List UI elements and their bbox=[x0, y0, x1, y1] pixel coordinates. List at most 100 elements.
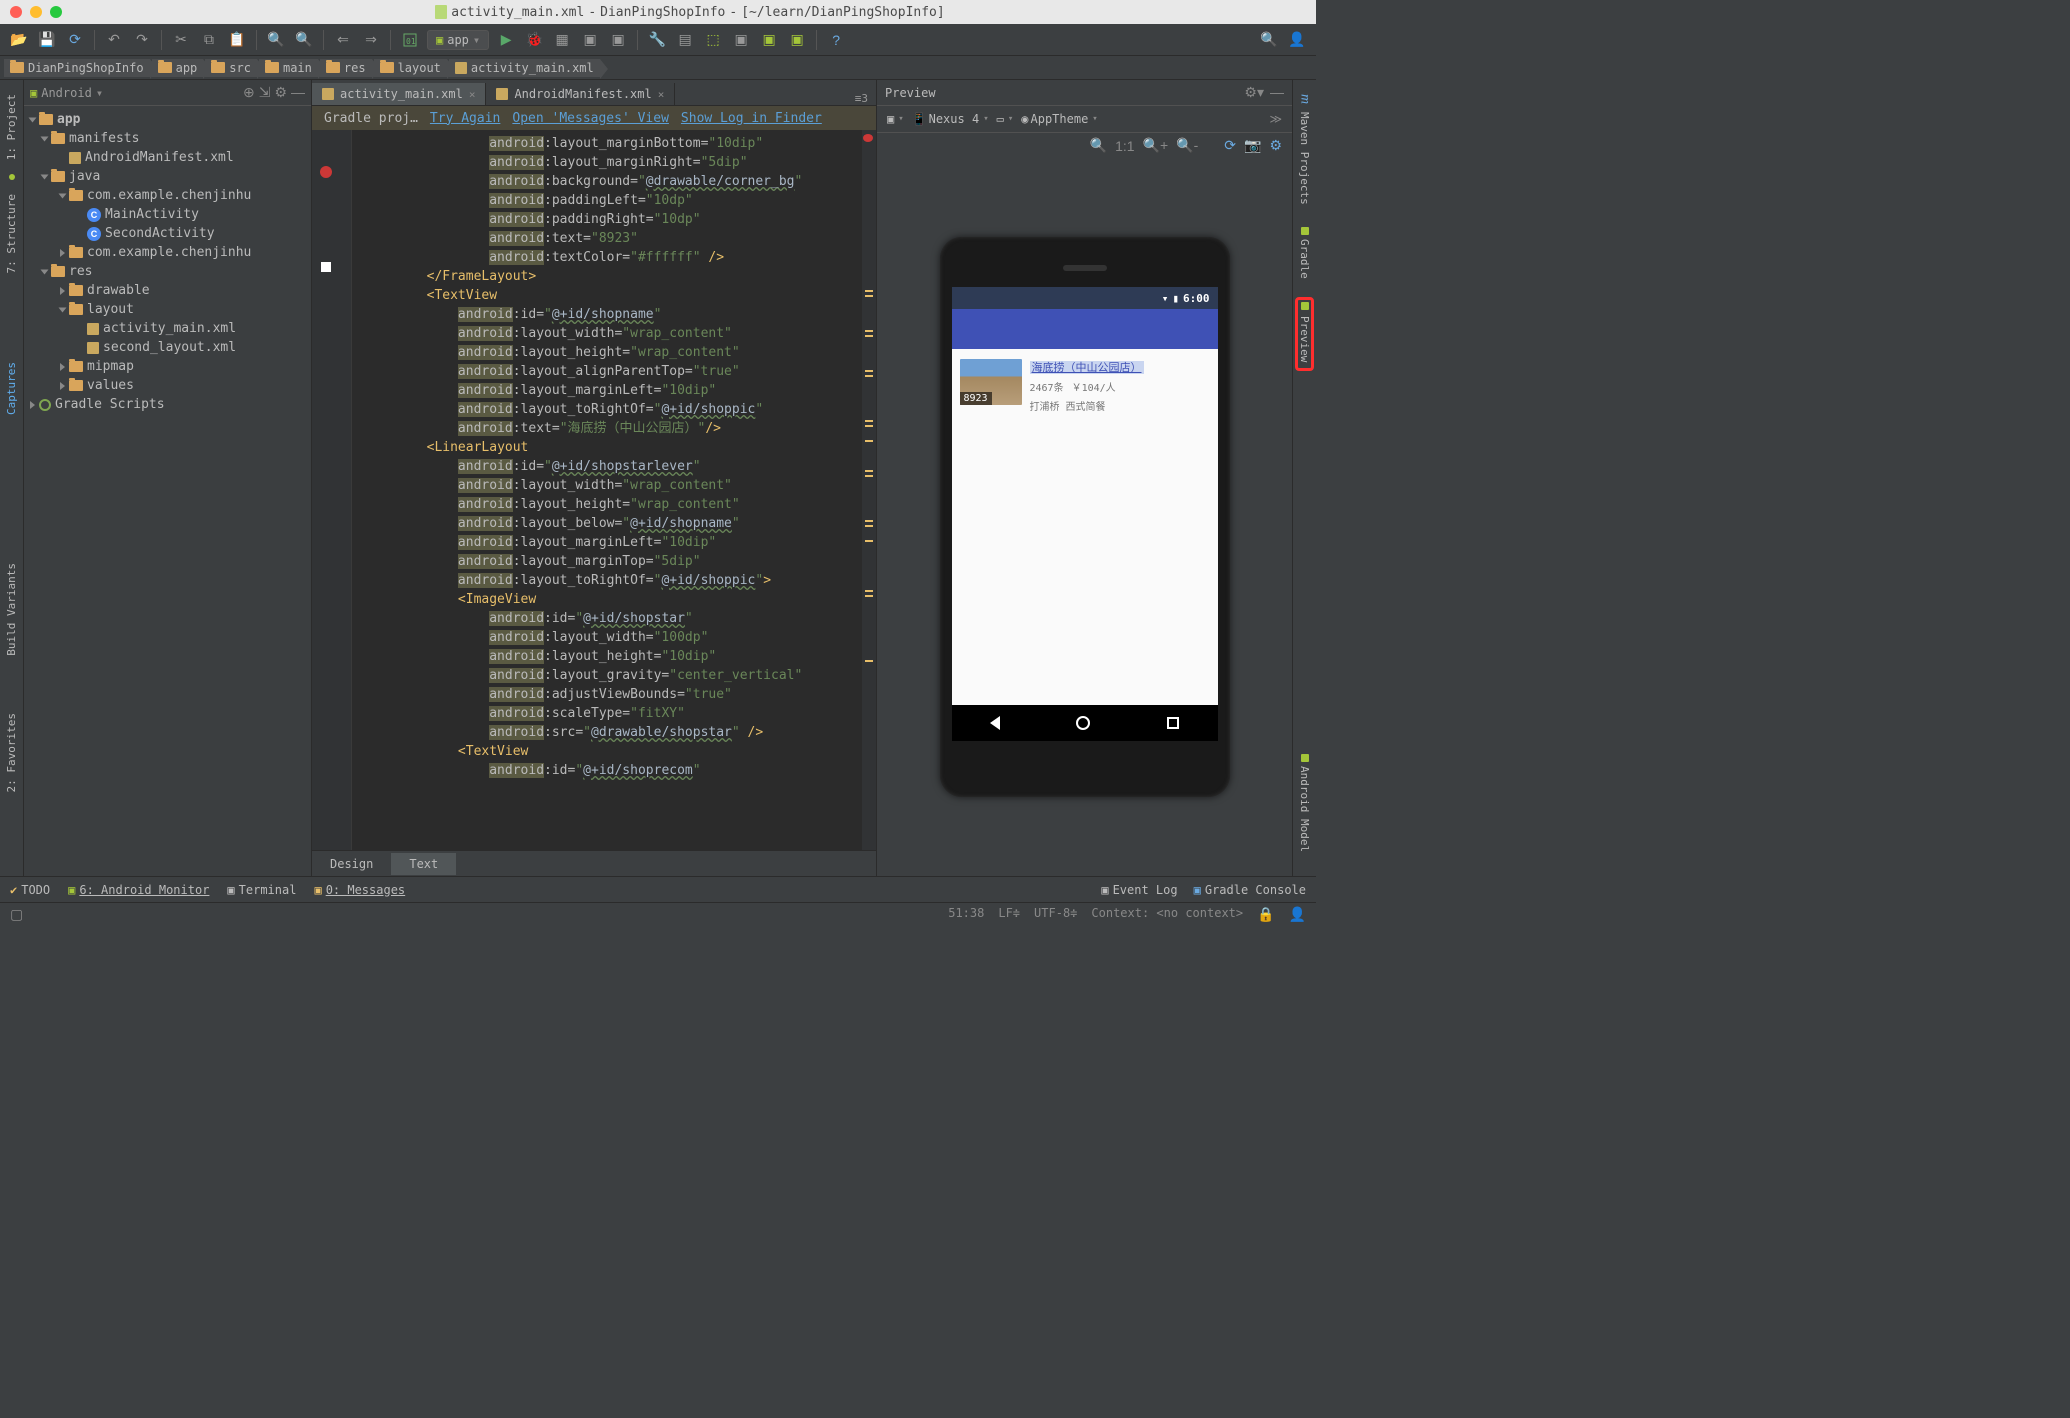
redo-icon[interactable]: ↷ bbox=[131, 29, 153, 51]
error-marker-icon[interactable] bbox=[320, 166, 332, 178]
overview-ruler[interactable] bbox=[862, 130, 876, 850]
tree-node[interactable]: com.example.chenjinhu bbox=[24, 243, 311, 262]
avd-icon[interactable]: ⬚ bbox=[702, 29, 724, 51]
todo-tool[interactable]: ✔TODO bbox=[10, 883, 50, 897]
replace-icon[interactable]: 🔍 bbox=[293, 29, 315, 51]
crumb-res[interactable]: res bbox=[320, 59, 372, 77]
encoding[interactable]: UTF-8≑ bbox=[1034, 906, 1077, 923]
make-icon[interactable]: 01 bbox=[399, 29, 421, 51]
crumb-project[interactable]: DianPingShopInfo bbox=[4, 59, 150, 77]
device-selector[interactable]: 📱 Nexus 4 bbox=[912, 112, 989, 126]
rail-favorites[interactable]: 2: Favorites bbox=[5, 709, 18, 796]
android-monitor-tool[interactable]: ▣6: Android Monitor bbox=[68, 883, 209, 897]
minimize-window-icon[interactable] bbox=[30, 6, 42, 18]
close-window-icon[interactable] bbox=[10, 6, 22, 18]
terminal-tool[interactable]: ▣Terminal bbox=[227, 883, 296, 897]
gear-icon[interactable]: ⚙ bbox=[274, 84, 287, 101]
settings-icon[interactable]: ⚙ bbox=[1269, 137, 1282, 154]
tree-node[interactable]: Gradle Scripts bbox=[24, 395, 311, 414]
sync-icon[interactable]: ⟳ bbox=[64, 29, 86, 51]
rail-gradle[interactable]: Gradle bbox=[1298, 235, 1311, 283]
tree-node[interactable]: drawable bbox=[24, 281, 311, 300]
project-tree[interactable]: appmanifestsAndroidManifest.xmljavacom.e… bbox=[24, 106, 311, 418]
caret-position[interactable]: 51:38 bbox=[948, 906, 984, 923]
crumb-file[interactable]: activity_main.xml bbox=[449, 59, 600, 77]
gutter[interactable] bbox=[312, 130, 352, 850]
open-messages-link[interactable]: Open 'Messages' View bbox=[512, 111, 669, 126]
configuration-selector[interactable]: ▣ bbox=[887, 112, 904, 126]
save-icon[interactable]: 💾 bbox=[36, 29, 58, 51]
search-everywhere-icon[interactable]: 🔍 bbox=[1258, 29, 1280, 51]
crumb-main[interactable]: main bbox=[259, 59, 318, 77]
tree-node[interactable]: manifests bbox=[24, 129, 311, 148]
sdk-icon[interactable]: ▣ bbox=[730, 29, 752, 51]
tree-node[interactable]: app bbox=[24, 110, 311, 129]
tool2-icon[interactable]: ▤ bbox=[674, 29, 696, 51]
tree-node[interactable]: CSecondActivity bbox=[24, 224, 311, 243]
tree-node[interactable]: second_layout.xml bbox=[24, 338, 311, 357]
zoom-actual-icon[interactable]: 1:1 bbox=[1115, 138, 1134, 154]
crumb-src[interactable]: src bbox=[205, 59, 257, 77]
breakpoint-icon[interactable] bbox=[321, 262, 331, 272]
zoom-out-icon[interactable]: 🔍- bbox=[1176, 137, 1198, 154]
close-icon[interactable]: × bbox=[469, 88, 476, 101]
screenshot-icon[interactable]: 📷 bbox=[1244, 137, 1261, 154]
project-view-label[interactable]: Android bbox=[41, 86, 92, 100]
profile-icon[interactable]: 👤 bbox=[1286, 29, 1308, 51]
theme-selector[interactable]: ◉ AppTheme bbox=[1021, 112, 1097, 126]
collapse-icon[interactable]: ⇲ bbox=[259, 84, 271, 101]
messages-tool[interactable]: ▣0: Messages bbox=[314, 883, 405, 897]
android2-icon[interactable]: ▣ bbox=[786, 29, 808, 51]
more-icon[interactable]: ≫ bbox=[1269, 112, 1282, 126]
rail-captures[interactable]: Captures bbox=[5, 358, 18, 419]
copy-icon[interactable]: ⧉ bbox=[198, 29, 220, 51]
zoom-in-icon[interactable]: 🔍+ bbox=[1143, 137, 1169, 154]
undo-icon[interactable]: ↶ bbox=[103, 29, 125, 51]
tree-node[interactable]: java bbox=[24, 167, 311, 186]
refresh-icon[interactable]: ⟳ bbox=[1224, 137, 1236, 154]
stop-icon[interactable]: ▣ bbox=[607, 29, 629, 51]
run-icon[interactable]: ▶ bbox=[495, 29, 517, 51]
cut-icon[interactable]: ✂ bbox=[170, 29, 192, 51]
tree-node[interactable]: com.example.chenjinhu bbox=[24, 186, 311, 205]
text-tab[interactable]: Text bbox=[391, 853, 456, 875]
show-log-link[interactable]: Show Log in Finder bbox=[681, 111, 822, 126]
tree-node[interactable]: CMainActivity bbox=[24, 205, 311, 224]
open-icon[interactable]: 📂 bbox=[8, 29, 30, 51]
code-editor[interactable]: android:layout_marginBottom="10dip" andr… bbox=[312, 130, 876, 850]
run-config-selector[interactable]: ▣ app ▾ bbox=[427, 30, 489, 50]
lock-icon[interactable]: 🔒 bbox=[1257, 906, 1274, 923]
debug-icon[interactable]: 🐞 bbox=[523, 29, 545, 51]
line-ending[interactable]: LF≑ bbox=[998, 906, 1020, 923]
tab-activity-main[interactable]: activity_main.xml × bbox=[312, 83, 486, 105]
rail-structure[interactable]: 7: Structure bbox=[5, 190, 18, 277]
crumb-layout[interactable]: layout bbox=[374, 59, 447, 77]
tree-node[interactable]: res bbox=[24, 262, 311, 281]
maximize-window-icon[interactable] bbox=[50, 6, 62, 18]
paste-icon[interactable]: 📋 bbox=[226, 29, 248, 51]
gear-icon[interactable]: ⚙▾ bbox=[1244, 84, 1264, 101]
hide-icon[interactable]: — bbox=[1270, 84, 1284, 101]
orientation-selector[interactable]: ▭ bbox=[997, 112, 1014, 126]
gradle-console-tool[interactable]: ▣Gradle Console bbox=[1194, 883, 1306, 897]
tree-node[interactable]: mipmap bbox=[24, 357, 311, 376]
tab-manifest[interactable]: AndroidManifest.xml × bbox=[486, 83, 675, 105]
tree-node[interactable]: activity_main.xml bbox=[24, 319, 311, 338]
zoom-fit-icon[interactable]: 🔍 bbox=[1090, 137, 1107, 154]
attach-icon[interactable]: ▣ bbox=[579, 29, 601, 51]
rail-preview[interactable]: Preview bbox=[1298, 312, 1311, 366]
design-tab[interactable]: Design bbox=[312, 853, 391, 875]
help-icon[interactable]: ? bbox=[825, 29, 847, 51]
context-label[interactable]: Context: <no context> bbox=[1091, 906, 1243, 923]
rail-build-variants[interactable]: Build Variants bbox=[5, 559, 18, 660]
tool-icon[interactable]: 🔧 bbox=[646, 29, 668, 51]
tree-node[interactable]: AndroidManifest.xml bbox=[24, 148, 311, 167]
nav-forward-icon[interactable]: ⇒ bbox=[360, 29, 382, 51]
close-icon[interactable]: × bbox=[658, 88, 665, 101]
find-icon[interactable]: 🔍 bbox=[265, 29, 287, 51]
hide-icon[interactable]: — bbox=[291, 84, 305, 101]
event-log-tool[interactable]: ▣Event Log bbox=[1101, 883, 1177, 897]
tree-node[interactable]: values bbox=[24, 376, 311, 395]
tree-node[interactable]: layout bbox=[24, 300, 311, 319]
device-screen[interactable]: ▾ ▮ 6:00 8923 海底捞（中山公园店） bbox=[952, 287, 1218, 741]
